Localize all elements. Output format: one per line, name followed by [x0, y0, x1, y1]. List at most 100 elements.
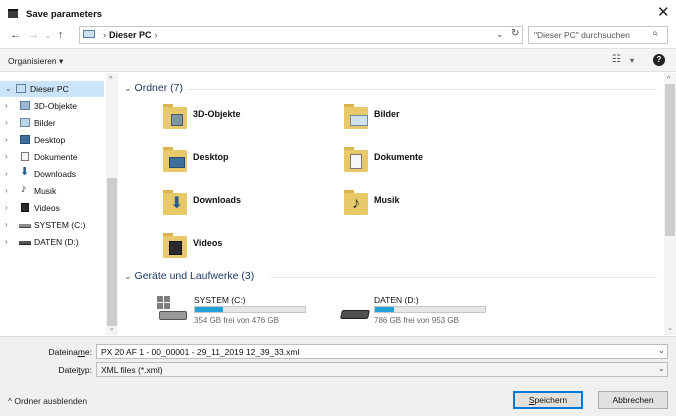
- sidebar-item-label: 3D-Objekte: [34, 101, 77, 111]
- drive-usage-fill: [195, 307, 224, 312]
- filetype-value: XML files (*.xml): [101, 365, 163, 375]
- folder-item-3d-objekte[interactable]: 3D-Objekte: [193, 109, 241, 119]
- sidebar-item-dieser-pc[interactable]: ⌄ Dieser PC: [0, 81, 104, 97]
- pc-icon: [16, 84, 26, 93]
- expand-chevron-icon[interactable]: ›: [5, 118, 8, 127]
- breadcrumb-item-dieser-pc[interactable]: Dieser PC: [109, 30, 152, 40]
- expand-chevron-icon[interactable]: ›: [5, 152, 8, 161]
- address-dropdown-icon[interactable]: ⌄: [496, 29, 504, 40]
- system-drive-icon: [19, 224, 31, 228]
- forward-icon[interactable]: →: [28, 28, 39, 42]
- drives-group-header[interactable]: ⌄ Geräte und Laufwerke (3): [124, 270, 254, 282]
- filetype-select[interactable]: [96, 362, 668, 377]
- group-collapse-icon[interactable]: ⌄: [124, 271, 132, 281]
- expand-chevron-icon[interactable]: ›: [5, 169, 8, 178]
- folder-item-videos[interactable]: Videos: [193, 238, 222, 248]
- up-folder-icon[interactable]: ↑: [58, 28, 64, 42]
- group-collapse-icon[interactable]: ⌄: [124, 83, 132, 93]
- documents-folder-icon[interactable]: [344, 147, 368, 172]
- view-options-icon[interactable]: ☷: [612, 54, 621, 65]
- sidebar-item-desktop[interactable]: › Desktop: [0, 132, 104, 148]
- folder-item-desktop[interactable]: Desktop: [193, 152, 229, 162]
- sidebar-item-daten-d[interactable]: › DATEN (D:): [0, 234, 104, 250]
- drive-label: SYSTEM (C:): [194, 295, 246, 305]
- sidebar-item-bilder[interactable]: › Bilder: [0, 115, 104, 131]
- filetype-label: Dateityp:: [58, 365, 92, 375]
- sidebar-item-label: Musik: [34, 186, 57, 196]
- 3d-objects-icon: [20, 101, 30, 110]
- drive-usage-bar: [374, 306, 486, 313]
- content-scroll-thumb[interactable]: [665, 84, 675, 236]
- drive-item-system-c[interactable]: [157, 296, 189, 326]
- pictures-folder-icon[interactable]: [344, 104, 368, 129]
- close-icon[interactable]: ✕: [657, 5, 670, 20]
- collapse-chevron-icon[interactable]: ⌄: [5, 84, 12, 93]
- refresh-icon[interactable]: ↻: [511, 28, 519, 39]
- back-icon[interactable]: ←: [10, 28, 21, 42]
- expand-chevron-icon[interactable]: ›: [5, 203, 8, 212]
- expand-chevron-icon[interactable]: ›: [5, 220, 8, 229]
- sidebar-item-3d-objekte[interactable]: › 3D-Objekte: [0, 98, 104, 114]
- breadcrumb[interactable]: › Dieser PC ›: [100, 30, 161, 40]
- documents-icon: [21, 152, 29, 161]
- content-scroll-down-icon[interactable]: ⌄: [667, 324, 673, 332]
- sidebar-item-musik[interactable]: › ♪ Musik: [0, 183, 104, 199]
- drives-group-title: Geräte und Laufwerke (3): [134, 270, 255, 282]
- window-icon: [8, 9, 18, 18]
- recent-locations-icon[interactable]: ⌄: [44, 28, 52, 42]
- organize-button[interactable]: Organisieren ▾: [8, 56, 63, 67]
- filetype-dropdown-icon[interactable]: ⌄: [658, 364, 665, 373]
- expand-chevron-icon[interactable]: ›: [5, 237, 8, 246]
- 3d-objects-folder-icon[interactable]: [163, 104, 187, 129]
- view-dropdown-icon[interactable]: ▾: [630, 56, 634, 65]
- desktop-icon: [20, 135, 30, 144]
- desktop-folder-icon[interactable]: [163, 147, 187, 172]
- sidebar-item-label: SYSTEM (C:): [34, 220, 86, 230]
- folders-group-header[interactable]: ⌄ Ordner (7): [124, 82, 183, 94]
- help-icon[interactable]: ?: [653, 54, 665, 66]
- folder-item-bilder[interactable]: Bilder: [374, 109, 400, 119]
- filename-dropdown-icon[interactable]: ⌄: [658, 346, 665, 355]
- cancel-button[interactable]: Abbrechen: [598, 391, 668, 409]
- folder-item-dokumente[interactable]: Dokumente: [374, 152, 423, 162]
- sidebar-item-dokumente[interactable]: › Dokumente: [0, 149, 104, 165]
- sidebar-scroll-thumb[interactable]: [107, 178, 117, 326]
- pc-icon: [83, 30, 95, 38]
- group-divider: [270, 277, 657, 278]
- folders-group-title: Ordner (7): [134, 82, 183, 94]
- music-folder-icon[interactable]: ♪: [344, 190, 368, 215]
- expand-chevron-icon[interactable]: ›: [5, 101, 8, 110]
- expand-chevron-icon[interactable]: ›: [5, 186, 8, 195]
- downloads-icon: ⬇: [20, 166, 30, 178]
- sidebar-item-downloads[interactable]: › ⬇ Downloads: [0, 166, 104, 182]
- expand-chevron-icon[interactable]: ›: [5, 135, 8, 144]
- breadcrumb-separator: ›: [103, 30, 106, 40]
- sidebar-scroll-down-icon[interactable]: ⌄: [109, 324, 115, 332]
- data-drive-icon: [19, 241, 31, 245]
- folder-item-musik[interactable]: Musik: [374, 195, 400, 205]
- folder-item-downloads[interactable]: Downloads: [193, 195, 241, 205]
- sidebar-scroll-up-icon[interactable]: ^: [109, 76, 112, 83]
- sidebar-item-label: DATEN (D:): [34, 237, 79, 247]
- window-title: Save parameters: [26, 9, 103, 20]
- sidebar-item-label: Videos: [34, 203, 60, 213]
- save-button[interactable]: Speichern: [513, 391, 583, 409]
- search-icon[interactable]: ⌕: [652, 28, 658, 39]
- filename-value: PX 20 AF 1 - 00_00001 - 29_11_2019 12_39…: [101, 347, 300, 357]
- breadcrumb-separator[interactable]: ›: [155, 30, 158, 40]
- downloads-folder-icon[interactable]: ⬇: [163, 190, 187, 215]
- sidebar-item-system-c[interactable]: › SYSTEM (C:): [0, 217, 104, 233]
- search-placeholder: "Dieser PC" durchsuchen: [534, 30, 630, 40]
- sidebar-item-label: Downloads: [34, 169, 77, 179]
- pictures-icon: [20, 118, 30, 127]
- hide-folders-button[interactable]: ^ Ordner ausblenden: [8, 396, 87, 406]
- content-scroll-up-icon[interactable]: ^: [667, 76, 670, 83]
- drive-item-daten-d[interactable]: [339, 310, 371, 324]
- filename-label: Dateiname:: [48, 347, 93, 357]
- videos-folder-icon[interactable]: [163, 233, 187, 258]
- data-drive-icon: [340, 310, 370, 319]
- system-drive-icon: [159, 311, 187, 320]
- navigation-pane: ⌄ Dieser PC › 3D-Objekte › Bilder › Desk…: [0, 73, 118, 335]
- drive-free-space: 354 GB frei von 476 GB: [194, 316, 279, 325]
- sidebar-item-videos[interactable]: › Videos: [0, 200, 104, 216]
